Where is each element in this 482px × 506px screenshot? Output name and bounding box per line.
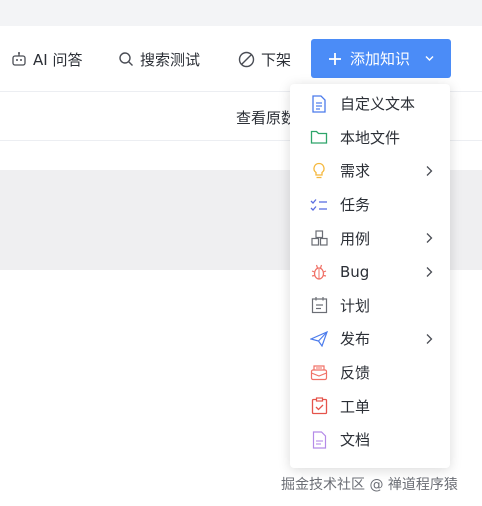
menu-item-label: 工单 bbox=[340, 397, 371, 416]
robot-icon bbox=[12, 52, 26, 66]
chevron-right-icon bbox=[426, 334, 433, 345]
menu-item-case[interactable]: 用例 bbox=[290, 221, 450, 255]
cases-icon bbox=[310, 229, 328, 247]
chevron-down-icon bbox=[425, 56, 434, 61]
checklist-icon bbox=[310, 196, 328, 214]
bug-icon bbox=[310, 263, 328, 281]
add-knowledge-label: 添加知识 bbox=[350, 50, 411, 68]
menu-item-local-file[interactable]: 本地文件 bbox=[290, 121, 450, 155]
menu-item-bug[interactable]: Bug bbox=[290, 255, 450, 289]
ban-icon bbox=[238, 51, 255, 67]
plus-icon bbox=[329, 52, 341, 65]
view-raw-label[interactable]: 查看原数 bbox=[236, 107, 296, 128]
search-icon bbox=[119, 52, 133, 66]
file-icon bbox=[310, 431, 328, 449]
ticket-icon bbox=[310, 397, 328, 415]
menu-item-label: Bug bbox=[340, 262, 370, 281]
watermark: 掘金技术社区 @ 禅道程序猿 bbox=[281, 477, 458, 493]
chevron-right-icon bbox=[426, 166, 433, 177]
menu-item-label: 文档 bbox=[340, 431, 371, 450]
send-icon bbox=[310, 330, 328, 348]
menu-item-release[interactable]: 发布 bbox=[290, 322, 450, 356]
menu-item-custom-text[interactable]: 自定义文本 bbox=[290, 87, 450, 121]
document-icon bbox=[310, 95, 328, 113]
menu-item-label: 需求 bbox=[340, 162, 371, 181]
menu-item-label: 发布 bbox=[340, 330, 371, 349]
chevron-right-icon bbox=[426, 267, 433, 277]
ai-qa-button[interactable]: AI 问答 bbox=[11, 48, 82, 70]
menu-item-task[interactable]: 任务 bbox=[290, 188, 450, 222]
menu-item-doc[interactable]: 文档 bbox=[290, 423, 450, 457]
menu-item-label: 计划 bbox=[340, 296, 371, 315]
top-strip bbox=[0, 0, 482, 26]
menu-item-plan[interactable]: 计划 bbox=[290, 289, 450, 323]
plan-icon bbox=[310, 296, 328, 314]
ai-qa-label: AI 问答 bbox=[33, 50, 83, 69]
menu-item-ticket[interactable]: 工单 bbox=[290, 389, 450, 423]
lightbulb-icon bbox=[310, 162, 328, 180]
chevron-right-icon bbox=[426, 233, 433, 244]
offline-label: 下架 bbox=[261, 50, 292, 69]
folder-icon bbox=[310, 128, 328, 146]
search-test-button[interactable]: 搜索测试 bbox=[118, 48, 200, 70]
menu-item-label: 自定义文本 bbox=[340, 95, 416, 114]
menu-item-label: 任务 bbox=[340, 196, 371, 215]
menu-item-feedback[interactable]: 反馈 bbox=[290, 356, 450, 390]
add-knowledge-button[interactable]: 添加知识 bbox=[311, 39, 451, 78]
feedback-icon bbox=[310, 364, 328, 382]
menu-item-label: 本地文件 bbox=[340, 128, 401, 147]
offline-button[interactable]: 下架 bbox=[238, 48, 291, 70]
add-knowledge-menu: 自定义文本 本地文件 需求 任务 用例 Bug 计划 发布 反馈 工单 文档 bbox=[290, 84, 450, 468]
menu-item-label: 反馈 bbox=[340, 364, 371, 383]
menu-item-label: 用例 bbox=[340, 229, 371, 248]
search-test-label: 搜索测试 bbox=[140, 50, 201, 69]
menu-item-requirement[interactable]: 需求 bbox=[290, 154, 450, 188]
